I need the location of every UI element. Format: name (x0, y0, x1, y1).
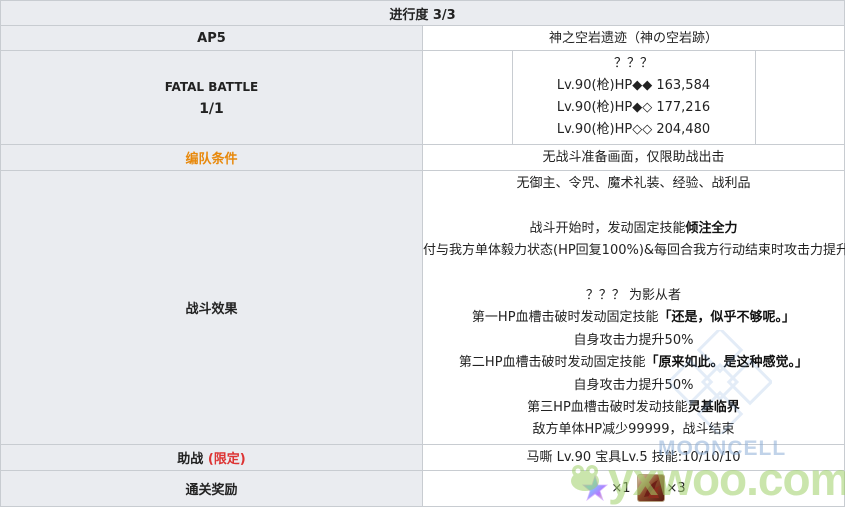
reward-label: 通关奖励 (0, 469, 423, 507)
quest-table: 进行度 3/3 AP5 神之空岩遗迹（神の空岩跡） FATAL BATTLE 1… (0, 0, 845, 507)
formation-row: 编队条件 无战斗准备画面，仅限助战出击 (0, 144, 845, 171)
enemy-hp-3: Lv.90(枪)HP◇◇ 204,480 (556, 122, 711, 137)
saint-quartz-icon (581, 474, 610, 503)
enemy-name: ？？？ (613, 56, 653, 71)
fatal-battle-label: FATAL BATTLE 1/1 (0, 50, 423, 145)
ap-label: AP5 (0, 25, 423, 51)
formation-label: 编队条件 (0, 144, 423, 171)
ap-row: AP5 神之空岩遗迹（神の空岩跡） (0, 25, 845, 51)
fatal-battle-count: 1/1 (199, 100, 224, 117)
skill-name-break-1: 「还是，似乎不够呢。」 (658, 310, 796, 326)
effect-row: 战斗效果 无御主、令咒、魔术礼装、经验、战利品 战斗开始时，发动固定技能倾注全力… (0, 170, 845, 445)
skill-name-all-out: 倾注全力 (685, 220, 738, 236)
reward-cell: ×1 ×3 (422, 469, 845, 507)
header-row: 进行度 3/3 (0, 0, 845, 26)
enemy-hp-2: Lv.90(枪)HP◆◇ 177,216 (556, 100, 711, 115)
effect-break-2: 第二HP血槽击破时发动固定技能「原来如此。是这种感觉。」 (458, 355, 809, 371)
claw-material-icon (636, 474, 665, 503)
enemy-hp-1: Lv.90(枪)HP◆◆ 163,584 (556, 78, 711, 93)
enemy-cell: ？？？ Lv.90(枪)HP◆◆ 163,584 Lv.90(枪)HP◆◇ 17… (422, 50, 845, 145)
effect-guts-desc: 付与我方单体毅力状态(HP回复100%)&每回合我方行动结束时攻击力提升30% (423, 243, 845, 259)
reward-item-claw[interactable]: ×3 (636, 474, 686, 503)
claw-qty: ×3 (666, 480, 686, 496)
skill-name-break-3: 灵基临界 (687, 399, 740, 415)
support-value: 马嘶 Lv.90 宝具Lv.5 技能:10/10/10 (422, 443, 845, 471)
effect-hp-down: 敌方单体HP减少99999，战斗结束 (532, 422, 735, 438)
effect-cell: 无御主、令咒、魔术礼装、经验、战利品 战斗开始时，发动固定技能倾注全力 付与我方… (422, 170, 845, 445)
effect-break-1: 第一HP血槽击破时发动固定技能「还是，似乎不够呢。」 (471, 310, 796, 326)
fatal-battle-title: FATAL BATTLE (164, 79, 259, 94)
reward-item-quartz[interactable]: ×1 (581, 474, 631, 503)
effect-break-3: 第三HP血槽击破时发动技能灵基临界 (527, 399, 740, 415)
skill-name-break-2: 「原来如此。是这种感觉。」 (645, 355, 809, 371)
enemy-box: ？？？ Lv.90(枪)HP◆◆ 163,584 Lv.90(枪)HP◆◇ 17… (511, 51, 756, 144)
limited-tag: (限定) (207, 451, 246, 467)
progress-header: 进行度 3/3 (0, 0, 845, 26)
reward-row: 通关奖励 ×1 ×3 (0, 469, 845, 507)
effect-shadow-servant: ？？？ 为影从者 (585, 287, 682, 303)
support-row: 助战 (限定) 马嘶 Lv.90 宝具Lv.5 技能:10/10/10 (0, 443, 845, 471)
fatal-battle-row: FATAL BATTLE 1/1 ？？？ Lv.90(枪)HP◆◆ 163,58… (0, 50, 845, 145)
effect-atk-up-1: 自身攻击力提升50% (573, 332, 694, 348)
effect-battle-start: 战斗开始时，发动固定技能倾注全力 (529, 220, 738, 236)
effect-atk-up-2: 自身攻击力提升50% (573, 377, 694, 393)
effect-restrictions: 无御主、令咒、魔术礼装、经验、战利品 (516, 176, 751, 191)
effect-label: 战斗效果 (0, 170, 423, 445)
quartz-qty: ×1 (611, 480, 631, 496)
support-label: 助战 (限定) (0, 443, 423, 471)
formation-value: 无战斗准备画面，仅限助战出击 (422, 144, 845, 171)
quest-name: 神之空岩遗迹（神の空岩跡） (422, 25, 845, 51)
